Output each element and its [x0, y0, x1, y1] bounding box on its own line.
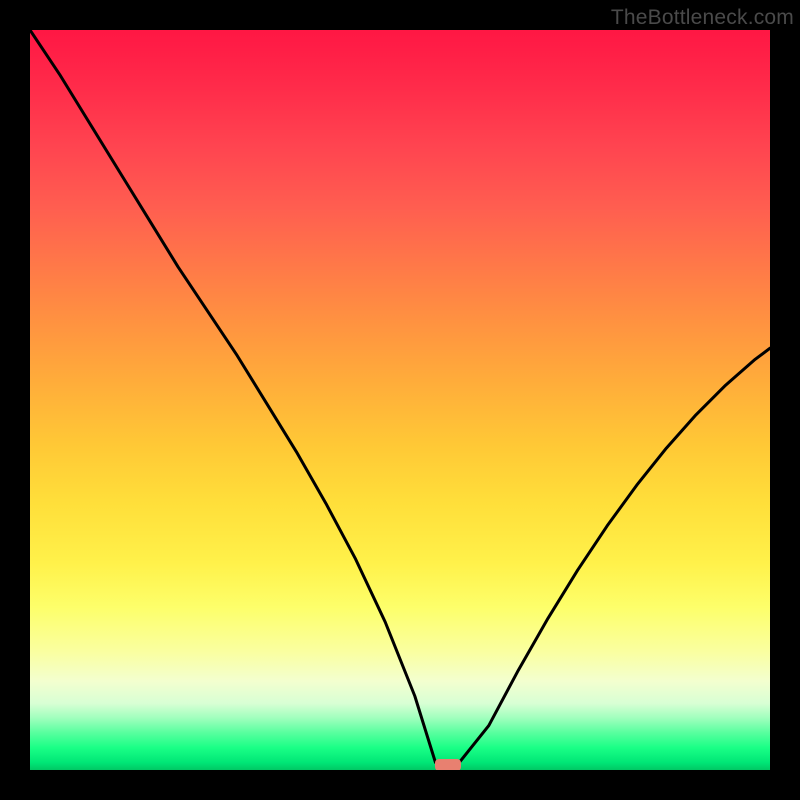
watermark-text: TheBottleneck.com — [611, 6, 794, 30]
optimal-marker — [435, 759, 461, 770]
plot-area — [30, 30, 770, 770]
chart-frame: TheBottleneck.com — [0, 0, 800, 800]
bottleneck-curve — [30, 30, 770, 770]
